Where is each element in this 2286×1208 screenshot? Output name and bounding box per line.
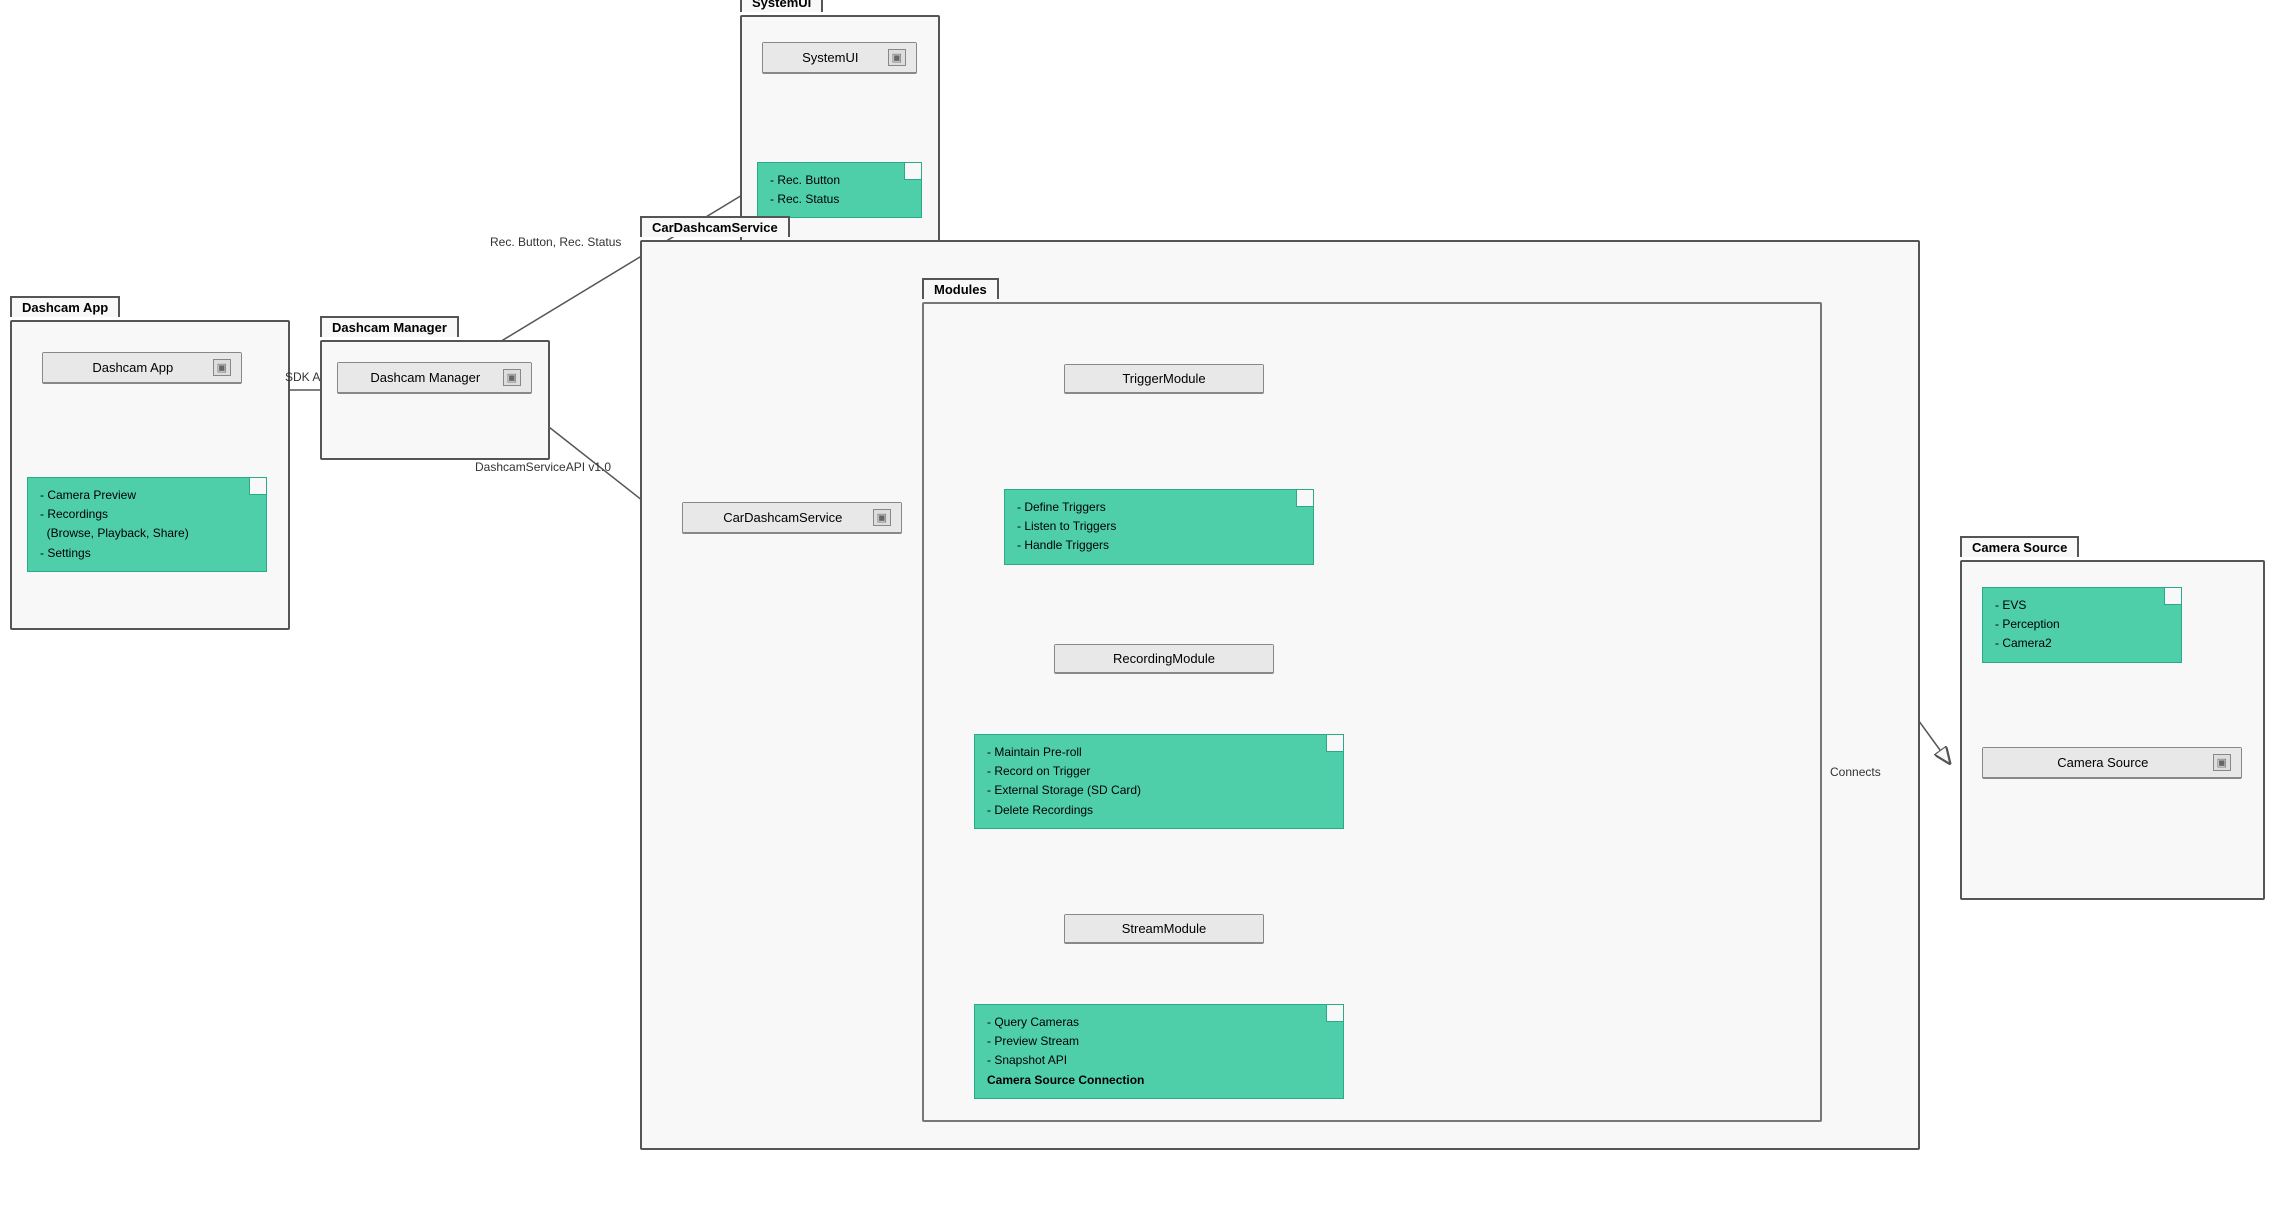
recording-module-note: - Maintain Pre-roll - Record on Trigger … [974,734,1344,829]
dashcam-service-api-label: DashcamServiceAPI v1.0 [475,460,611,474]
system-ui-note-line1: - Rec. Button [770,171,909,190]
dashcam-app-note-line1: - Camera Preview [40,486,254,505]
camera-source-note-line1: - EVS [1995,596,2169,615]
trigger-note-line3: - Handle Triggers [1017,536,1301,555]
system-ui-class-name: SystemUI [773,50,888,65]
camera-source-note-line3: - Camera2 [1995,634,2169,653]
connects-label: Connects [1830,765,1881,779]
dashcam-app-class-name: Dashcam App [53,360,213,375]
recording-module-class-name: RecordingModule [1065,651,1263,666]
trigger-module-class-header: TriggerModule [1065,365,1263,393]
dashcam-app-note-line3: (Browse, Playback, Share) [40,524,254,543]
stream-module-note: - Query Cameras - Preview Stream - Snaps… [974,1004,1344,1099]
modules-package-label: Modules [922,278,999,299]
camera-source-package: Camera Source - EVS - Perception - Camer… [1960,560,2265,900]
stream-module-class-header: StreamModule [1065,915,1263,943]
camera-source-note: - EVS - Perception - Camera2 [1982,587,2182,663]
recording-module-class-header: RecordingModule [1055,645,1273,673]
car-dashcam-service-package-label: CarDashcamService [640,216,790,237]
camera-source-class-name: Camera Source [1993,755,2213,770]
dashcam-app-package-label: Dashcam App [10,296,120,317]
system-ui-note-line2: - Rec. Status [770,190,909,209]
recording-note-line1: - Maintain Pre-roll [987,743,1331,762]
stream-module-class-name: StreamModule [1075,921,1253,936]
car-dashcam-service-class-header: CarDashcamService ▣ [683,503,901,533]
system-ui-package-label: SystemUI [740,0,823,12]
car-dashcam-service-class-name: CarDashcamService [693,510,873,525]
dashcam-manager-package-label: Dashcam Manager [320,316,459,337]
stream-note-line4: Camera Source Connection [987,1071,1331,1090]
modules-package: Modules TriggerModule - Define Triggers … [922,302,1822,1122]
car-dashcam-service-class: CarDashcamService ▣ [682,502,902,534]
trigger-note-line2: - Listen to Triggers [1017,517,1301,536]
trigger-note-line1: - Define Triggers [1017,498,1301,517]
dashcam-app-class-icon: ▣ [213,359,231,376]
car-dashcam-service-class-icon: ▣ [873,509,891,526]
camera-source-class-icon: ▣ [2213,754,2231,771]
car-dashcam-service-package: CarDashcamService Modules TriggerModule … [640,240,1920,1150]
camera-source-note-line2: - Perception [1995,615,2169,634]
camera-source-class-header: Camera Source ▣ [1983,748,2241,778]
system-ui-class: SystemUI ▣ [762,42,917,74]
dashcam-app-class: Dashcam App ▣ [42,352,242,384]
system-ui-class-header: SystemUI ▣ [763,43,916,73]
stream-note-line1: - Query Cameras [987,1013,1331,1032]
dashcam-app-note: - Camera Preview - Recordings (Browse, P… [27,477,267,572]
dashcam-manager-class-header: Dashcam Manager ▣ [338,363,531,393]
dashcam-app-note-line2: - Recordings [40,505,254,524]
system-ui-class-icon: ▣ [888,49,906,66]
stream-note-line2: - Preview Stream [987,1032,1331,1051]
dashcam-app-class-header: Dashcam App ▣ [43,353,241,383]
stream-note-line3: - Snapshot API [987,1051,1331,1070]
recording-note-line4: - Delete Recordings [987,801,1331,820]
rec-button-label: Rec. Button, Rec. Status [490,235,621,249]
trigger-module-note: - Define Triggers - Listen to Triggers -… [1004,489,1314,565]
trigger-module-class: TriggerModule [1064,364,1264,394]
dashcam-app-package: Dashcam App Dashcam App ▣ - Camera Previ… [10,320,290,630]
recording-note-line2: - Record on Trigger [987,762,1331,781]
dashcam-app-note-line4: - Settings [40,544,254,563]
diagram-container: Dashcam App Dashcam App ▣ - Camera Previ… [0,0,2286,1208]
dashcam-manager-package: Dashcam Manager Dashcam Manager ▣ [320,340,550,460]
recording-note-line3: - External Storage (SD Card) [987,781,1331,800]
trigger-module-class-name: TriggerModule [1075,371,1253,386]
stream-module-class: StreamModule [1064,914,1264,944]
dashcam-manager-class: Dashcam Manager ▣ [337,362,532,394]
dashcam-manager-class-name: Dashcam Manager [348,370,503,385]
camera-source-package-label: Camera Source [1960,536,2079,557]
recording-module-class: RecordingModule [1054,644,1274,674]
dashcam-manager-class-icon: ▣ [503,369,521,386]
system-ui-note: - Rec. Button - Rec. Status [757,162,922,218]
camera-source-class: Camera Source ▣ [1982,747,2242,779]
